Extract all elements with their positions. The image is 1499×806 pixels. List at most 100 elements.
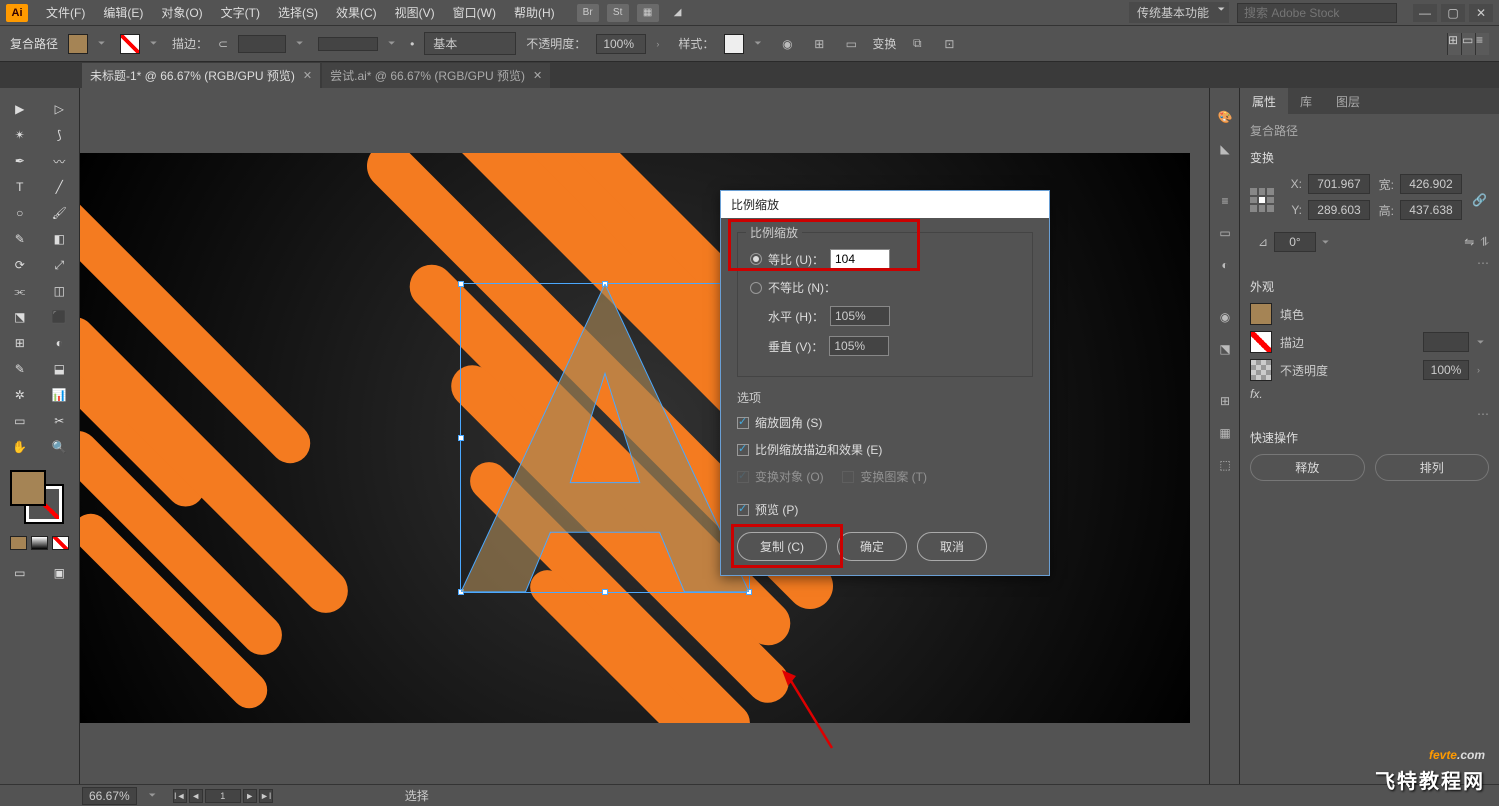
graphic-styles-icon[interactable]: ⬔ <box>1210 334 1240 364</box>
color-mode-none[interactable] <box>52 536 69 550</box>
magic-wand-tool[interactable]: ✴ <box>0 122 40 148</box>
search-input[interactable] <box>1237 3 1397 23</box>
menu-select[interactable]: 选择(S) <box>270 0 326 26</box>
more-options-icon-2[interactable]: ⋯ <box>1250 407 1489 421</box>
color-guide-icon[interactable]: ◣ <box>1210 134 1240 164</box>
tab-close-icon[interactable]: ✕ <box>303 69 312 82</box>
menu-object[interactable]: 对象(O) <box>153 0 210 26</box>
scale-tool[interactable]: ⤢ <box>40 252 80 278</box>
graph-tool[interactable]: 📊 <box>40 382 80 408</box>
paintbrush-tool[interactable]: 🖌 <box>40 200 80 226</box>
stroke-link-icon[interactable]: ⊂ <box>218 37 228 51</box>
height-input[interactable] <box>1400 200 1462 220</box>
y-input[interactable] <box>1308 200 1370 220</box>
opacity-swatch[interactable] <box>1250 359 1272 381</box>
rotate-input[interactable] <box>1274 232 1316 252</box>
panel-tab-properties[interactable]: 属性 <box>1240 88 1288 114</box>
swatches-panel-icon[interactable]: ⬚ <box>1210 450 1240 480</box>
mesh-tool[interactable]: ⊞ <box>0 330 40 356</box>
variable-width-profile[interactable] <box>318 37 378 51</box>
maximize-button[interactable]: ▢ <box>1441 4 1465 22</box>
brush-definition[interactable]: 基本 <box>424 32 516 55</box>
flip-h-icon[interactable]: ⇋ <box>1464 235 1474 249</box>
transform-label[interactable]: 变换 <box>872 35 896 52</box>
opacity-dd-panel[interactable]: › <box>1477 365 1489 375</box>
isolate-icon[interactable]: ⧉ <box>906 33 928 55</box>
recolor-icon[interactable]: ◉ <box>776 33 798 55</box>
shaper-tool[interactable]: ✎ <box>0 226 40 252</box>
preview-check[interactable] <box>737 504 749 516</box>
menu-type[interactable]: 文字(T) <box>213 0 268 26</box>
pager-prev[interactable]: ◄ <box>189 789 203 803</box>
style-swatch[interactable] <box>724 34 744 54</box>
shape-icon[interactable]: ▭ <box>840 33 862 55</box>
symbols-panel-icon[interactable]: ⊞ <box>1210 386 1240 416</box>
stock-icon[interactable]: St <box>607 4 629 22</box>
eyedropper-tool[interactable]: ✎ <box>0 356 40 382</box>
fill-swatch-panel[interactable] <box>1250 303 1272 325</box>
rotate-tool[interactable]: ⟳ <box>0 252 40 278</box>
stroke-width-dd[interactable]: ⏷ <box>296 38 308 49</box>
menu-help[interactable]: 帮助(H) <box>506 0 563 26</box>
cancel-button[interactable]: 取消 <box>917 532 987 561</box>
hand-tool[interactable]: ✋ <box>0 434 40 460</box>
lasso-tool[interactable]: ⟆ <box>40 122 80 148</box>
color-mode-solid[interactable] <box>10 536 27 550</box>
link-wh-icon[interactable]: 🔗 <box>1472 193 1487 207</box>
minimize-button[interactable]: — <box>1413 4 1437 22</box>
menu-effect[interactable]: 效果(C) <box>328 0 385 26</box>
ctrl-seg-2[interactable]: ▭ <box>1461 33 1475 55</box>
flip-v-icon[interactable]: ⥮ <box>1480 235 1489 250</box>
zoom-dd[interactable]: ⏷ <box>149 790 161 801</box>
shape-builder-tool[interactable]: ⬔ <box>0 304 40 330</box>
edit-icon[interactable]: ⊡ <box>938 33 960 55</box>
stroke-width-panel[interactable] <box>1423 332 1469 352</box>
style-dd[interactable]: ⏷ <box>754 38 766 49</box>
curvature-tool[interactable]: 〰 <box>40 148 80 174</box>
width-tool[interactable]: ⫘ <box>0 278 40 304</box>
appearance-panel-icon[interactable]: ◉ <box>1210 302 1240 332</box>
rectangle-tool[interactable]: ○ <box>0 200 40 226</box>
type-tool[interactable]: T <box>0 174 40 200</box>
opacity-input-panel[interactable] <box>1423 360 1469 380</box>
horiz-input[interactable] <box>830 306 890 326</box>
workspace-switcher[interactable]: 传统基本功能 <box>1129 2 1229 23</box>
line-tool[interactable]: ╱ <box>40 174 80 200</box>
ctrl-seg-3[interactable]: ≡ <box>1475 33 1489 55</box>
gradient-tool[interactable]: ◐ <box>40 330 80 356</box>
ok-button[interactable]: 确定 <box>837 532 907 561</box>
nonuniform-radio[interactable] <box>750 282 762 294</box>
align-icon[interactable]: ⊞ <box>808 33 830 55</box>
brushes-panel-icon[interactable]: ▦ <box>1210 418 1240 448</box>
slice-tool[interactable]: ✂ <box>40 408 80 434</box>
tab-close-icon[interactable]: ✕ <box>533 69 542 82</box>
uniform-radio[interactable] <box>750 253 762 265</box>
arrange-button[interactable]: 排列 <box>1375 454 1490 481</box>
fx-label[interactable]: fx. <box>1250 387 1263 401</box>
document-tab-1[interactable]: 未标题-1* @ 66.67% (RGB/GPU 预览) ✕ <box>82 63 320 88</box>
color-panel-icon[interactable]: 🎨 <box>1210 102 1240 132</box>
blend-tool[interactable]: ⬓ <box>40 356 80 382</box>
symbol-sprayer-tool[interactable]: ✲ <box>0 382 40 408</box>
release-button[interactable]: 释放 <box>1250 454 1365 481</box>
transparency-panel-icon[interactable]: ◐ <box>1210 250 1240 280</box>
vert-input[interactable] <box>829 336 889 356</box>
stroke-swatch-panel[interactable] <box>1250 331 1272 353</box>
x-input[interactable] <box>1308 174 1370 194</box>
selection-tool[interactable]: ▶ <box>0 96 40 122</box>
reference-point[interactable] <box>1250 188 1274 212</box>
more-options-icon[interactable]: ⋯ <box>1250 256 1489 270</box>
menu-edit[interactable]: 编辑(E) <box>95 0 151 26</box>
pager-first[interactable]: I◄ <box>173 789 187 803</box>
document-tab-2[interactable]: 尝试.ai* @ 66.67% (RGB/GPU 预览) ✕ <box>322 63 550 88</box>
gpu-icon[interactable]: ◢ <box>667 4 689 22</box>
bridge-icon[interactable]: Br <box>577 4 599 22</box>
scale-strokes-check[interactable] <box>737 444 749 456</box>
stroke-w-dd[interactable]: ⏷ <box>1477 337 1489 348</box>
panel-tab-libraries[interactable]: 库 <box>1288 88 1324 114</box>
opacity-input[interactable]: 100% <box>596 34 646 54</box>
direct-selection-tool[interactable]: ▷ <box>40 96 80 122</box>
zoom-level[interactable]: 66.67% <box>82 787 137 805</box>
stroke-width-input[interactable] <box>238 35 286 53</box>
menu-window[interactable]: 窗口(W) <box>445 0 504 26</box>
